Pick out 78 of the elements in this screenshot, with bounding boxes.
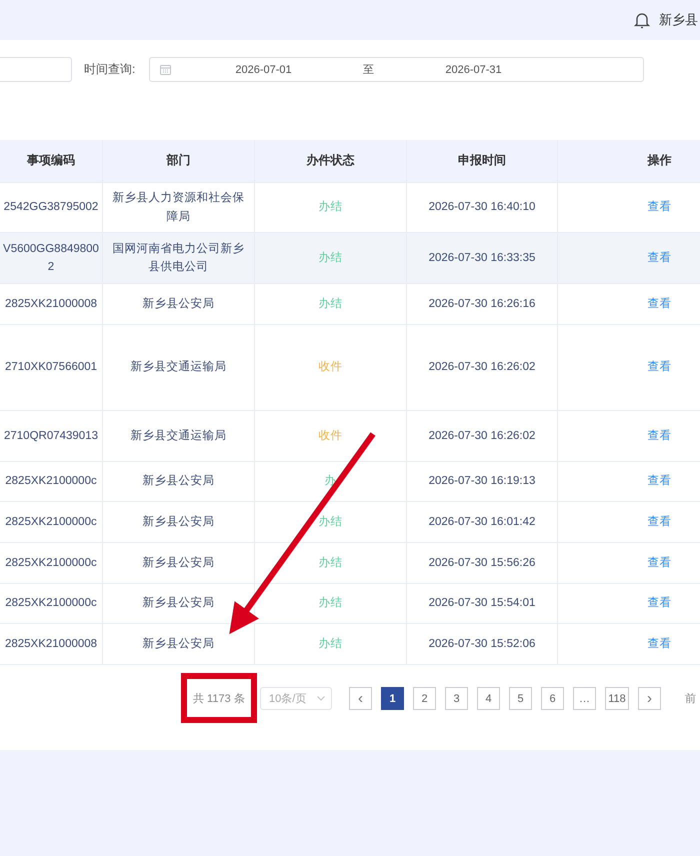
view-link[interactable]: 查看 xyxy=(648,634,672,654)
table-cell: 新乡县公安局 xyxy=(103,543,255,583)
table-cell: V5600GG88498002 xyxy=(0,233,103,283)
view-link[interactable]: 查看 xyxy=(648,472,672,491)
next-page-button[interactable]: › xyxy=(638,687,661,710)
view-link[interactable]: 查看 xyxy=(648,512,672,532)
table-cell: 2026-07-30 16:26:02 xyxy=(407,325,558,410)
view-link[interactable]: 查看 xyxy=(648,594,672,613)
table-cell: 新乡县公安局 xyxy=(103,502,255,542)
status-text: 收件 xyxy=(255,325,407,410)
status-text: 办结 xyxy=(255,284,407,324)
view-link[interactable]: 查看 xyxy=(648,426,672,446)
view-link[interactable]: 查看 xyxy=(648,358,672,377)
table-cell: 国网河南省电力公司新乡县供电公司 xyxy=(103,233,255,283)
page-button[interactable]: 118 xyxy=(605,687,629,710)
status-text: 办结 xyxy=(255,543,407,583)
view-link[interactable]: 查看 xyxy=(648,198,672,217)
total-count: 共 1173 条 xyxy=(193,692,246,706)
table-cell: 新乡县交通运输局 xyxy=(103,411,255,461)
column-header: 操作 xyxy=(558,140,700,182)
page-button[interactable]: 4 xyxy=(477,687,500,710)
table-cell: 新乡县公安局 xyxy=(103,462,255,501)
page-size-select[interactable]: 10条/页 xyxy=(260,687,332,710)
status-text: 收件 xyxy=(255,411,407,461)
status-text: 办结 xyxy=(255,233,407,283)
table-cell: 2026-07-30 16:26:02 xyxy=(407,411,558,461)
view-link[interactable]: 查看 xyxy=(648,554,672,572)
table-cell: 新乡县交通运输局 xyxy=(103,325,255,410)
table-cell: 2026-07-30 15:54:01 xyxy=(407,584,558,623)
date-range-picker[interactable]: 2026-07-01 至 2026-07-31 xyxy=(149,57,644,82)
page-button[interactable]: 6 xyxy=(541,687,564,710)
table-cell: 新乡县公安局 xyxy=(103,584,255,623)
table-cell: 2825XK2100000c xyxy=(0,584,103,623)
table-cell: 2026-07-30 16:01:42 xyxy=(407,502,558,542)
table-cell: 2026-07-30 15:52:06 xyxy=(407,624,558,664)
table-cell: 2026-07-30 15:56:26 xyxy=(407,543,558,583)
status-text: 办结 xyxy=(255,624,407,664)
table-cell: 2825XK2100000c xyxy=(0,543,103,583)
table-cell: 2710XK07566001 xyxy=(0,325,103,410)
page-button[interactable]: 2 xyxy=(413,687,436,710)
view-link[interactable]: 查看 xyxy=(648,248,672,268)
page-button[interactable]: … xyxy=(573,687,596,710)
table-cell: 2825XK2100000c xyxy=(0,462,103,501)
notification-bell-icon[interactable] xyxy=(633,11,651,29)
table-cell: 新乡县人力资源和社会保障局 xyxy=(103,183,255,232)
page-button[interactable]: 5 xyxy=(509,687,532,710)
table-cell: 2825XK21000008 xyxy=(0,284,103,324)
table-cell: 2026-07-30 16:40:10 xyxy=(407,183,558,232)
calendar-icon xyxy=(160,64,171,75)
table-cell: 2026-07-30 16:33:35 xyxy=(407,233,558,283)
column-header: 办件状态 xyxy=(255,140,407,182)
time-filter-label: 时间查询: xyxy=(84,61,136,78)
status-text: 办结 xyxy=(255,502,407,542)
caret-icon xyxy=(317,696,325,701)
jump-label: 前 xyxy=(685,692,696,706)
status-text: 办结 xyxy=(255,584,407,623)
table-cell: 2710QR07439013 xyxy=(0,411,103,461)
column-header: 部门 xyxy=(103,140,255,182)
prev-page-button[interactable]: ‹ xyxy=(349,687,372,710)
range-separator: 至 xyxy=(362,63,375,77)
end-date: 2026-07-31 xyxy=(444,64,503,76)
view-link[interactable]: 查看 xyxy=(648,294,672,314)
table-cell: 2825XK2100000c xyxy=(0,502,103,542)
status-text: 办 xyxy=(255,462,407,501)
table-cell: 2026-07-30 16:19:13 xyxy=(407,462,558,501)
start-date: 2026-07-01 xyxy=(234,64,293,76)
page-button[interactable]: 3 xyxy=(445,687,468,710)
column-header: 事项编码 xyxy=(0,140,103,182)
user-name[interactable]: 新乡县 xyxy=(659,11,698,29)
column-header: 申报时间 xyxy=(407,140,558,182)
table-cell: 新乡县公安局 xyxy=(103,284,255,324)
table-cell: 2542GG38795002 xyxy=(0,183,103,232)
status-text: 办结 xyxy=(255,183,407,232)
search-input-field[interactable] xyxy=(0,57,72,82)
table-cell: 新乡县公安局 xyxy=(103,624,255,664)
table-cell: 2825XK21000008 xyxy=(0,624,103,664)
table-cell: 2026-07-30 16:26:16 xyxy=(407,284,558,324)
page-button[interactable]: 1 xyxy=(381,687,404,710)
